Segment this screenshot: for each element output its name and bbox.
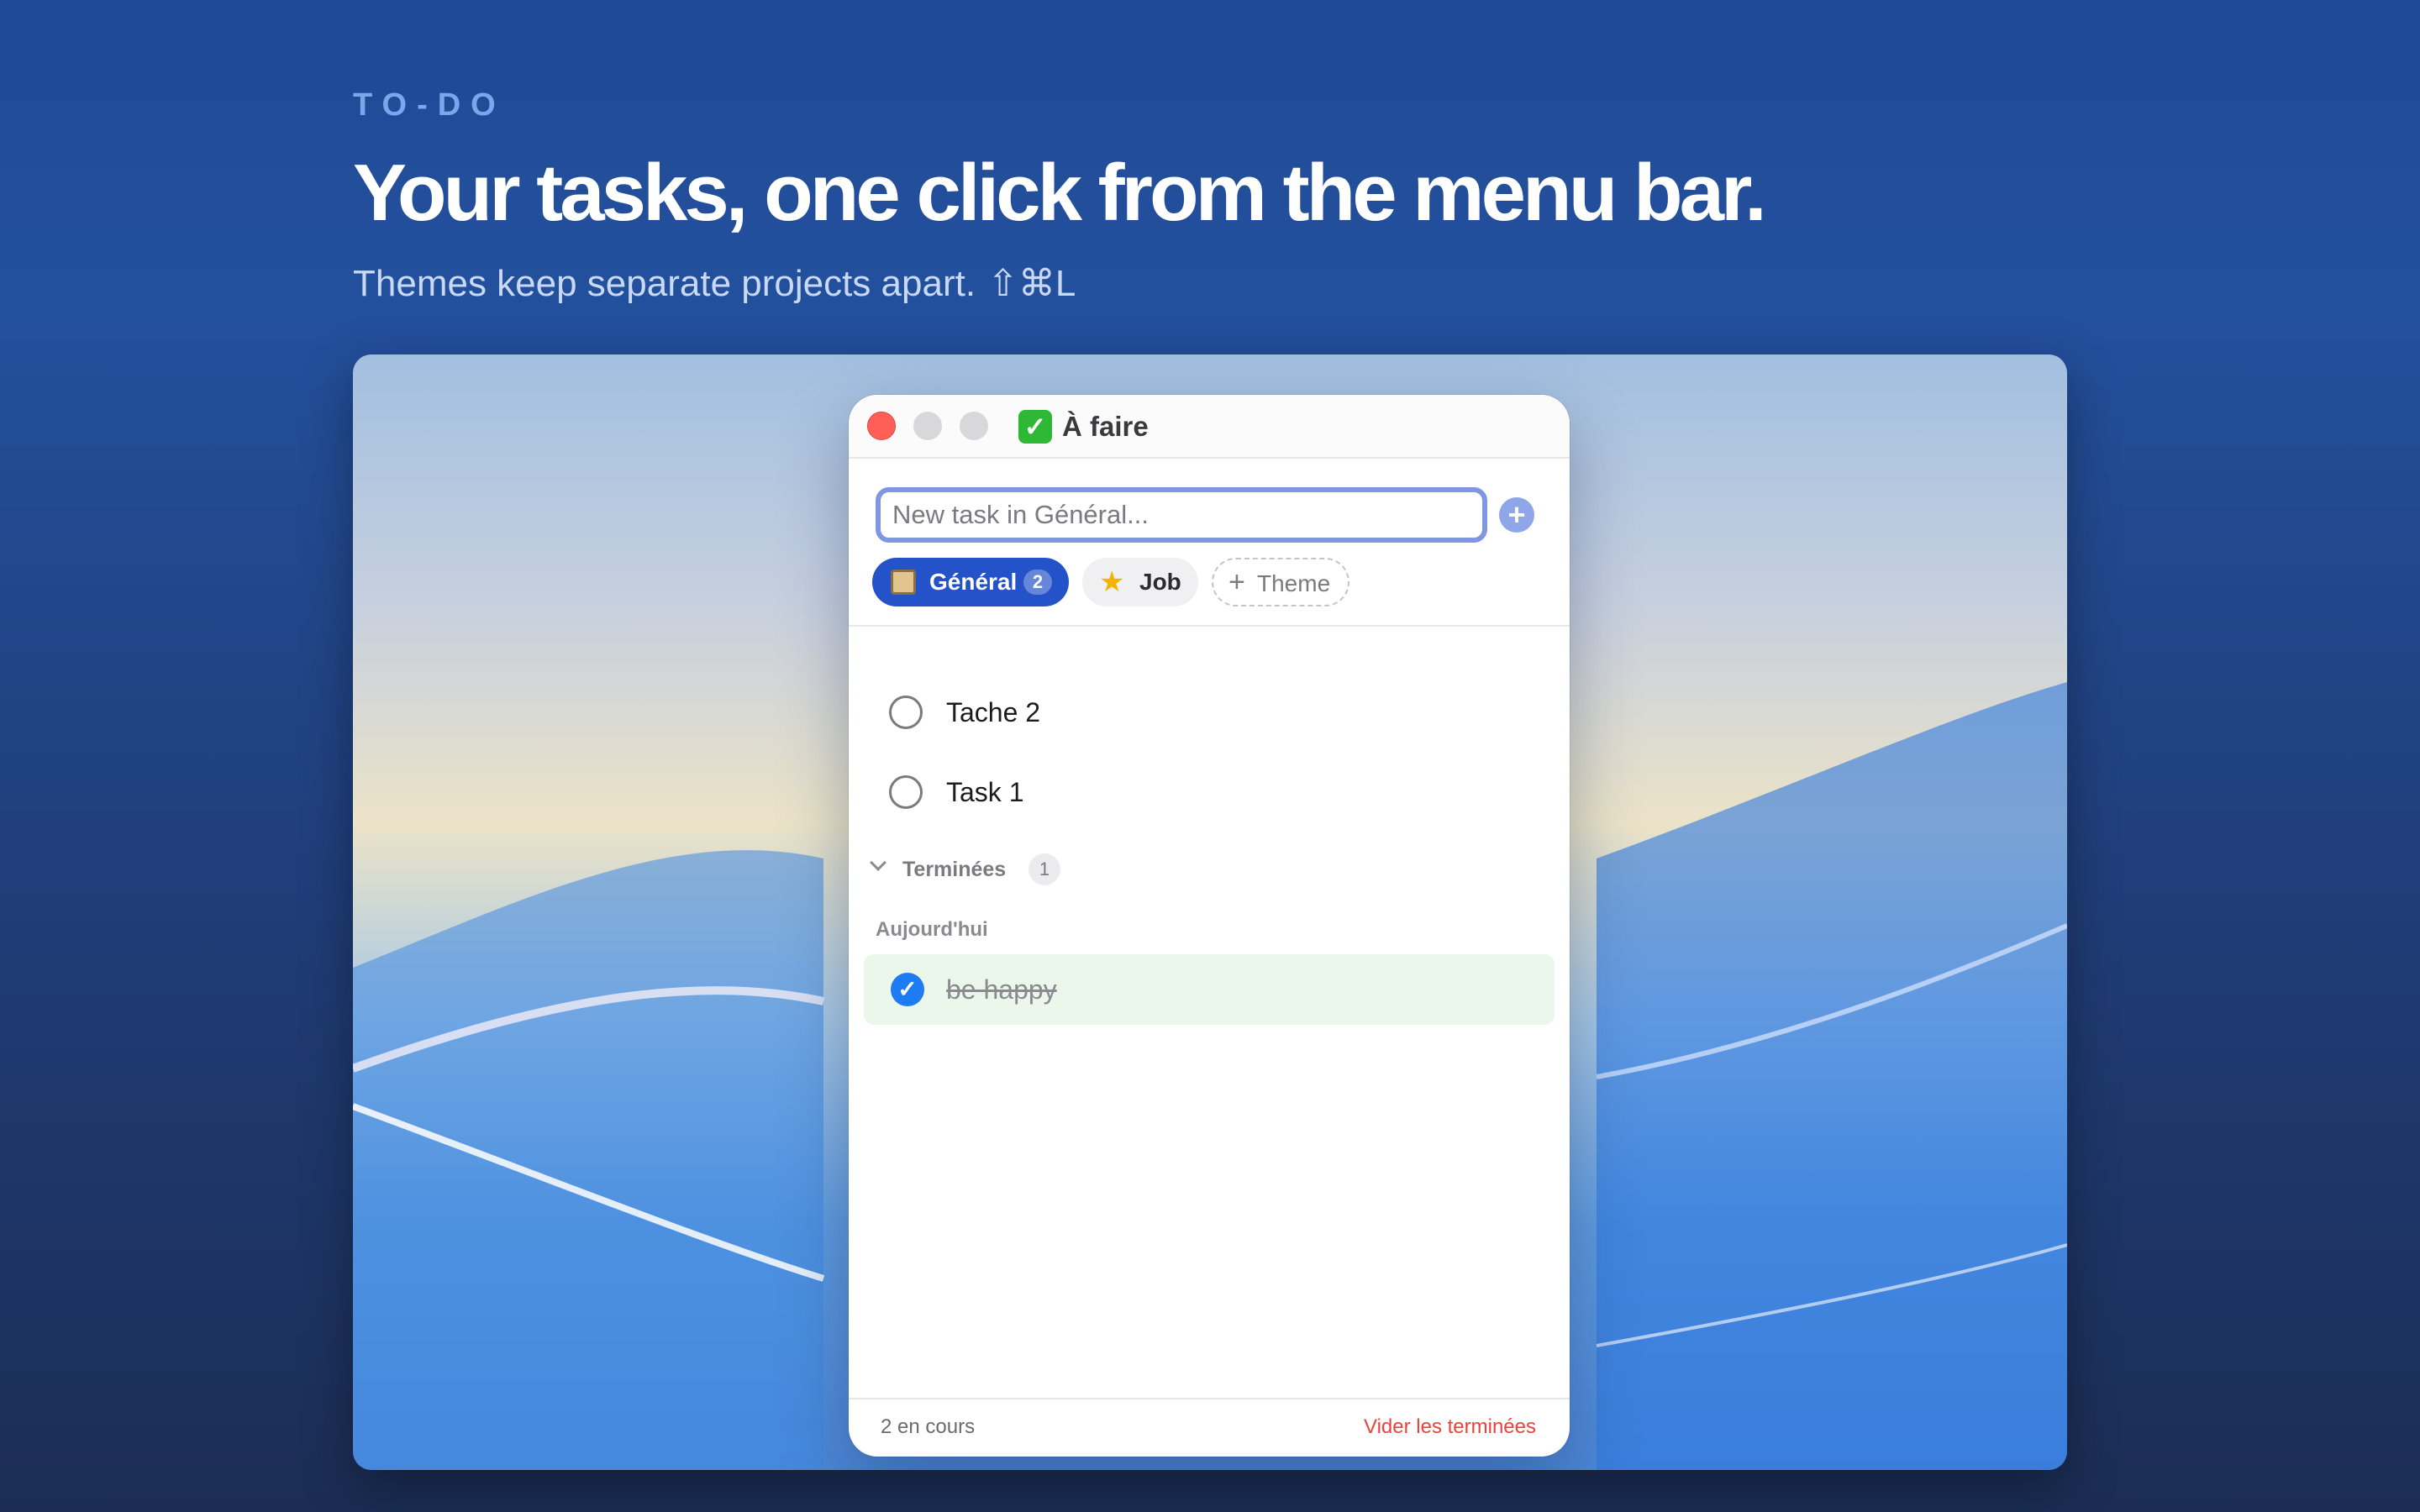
completed-section-label: Terminées	[902, 858, 1007, 881]
checkmark-circle-icon[interactable]: ✓	[891, 973, 924, 1006]
headline: Your tasks, one click from the menu bar.	[353, 148, 1767, 238]
close-button[interactable]	[867, 412, 896, 440]
desktop-wallpaper: ✓ À faire + Général 2 ★ Job + Theme Tach…	[353, 354, 2067, 1470]
add-theme-label: Theme	[1257, 570, 1331, 596]
theme-chip-label: Général	[929, 569, 1018, 595]
add-task-button[interactable]: +	[1499, 497, 1534, 533]
subline: Themes keep separate projects apart. ⇧⌘L	[353, 259, 2202, 309]
task-item[interactable]: Tache 2	[849, 680, 1570, 748]
star-icon: ★	[1099, 566, 1125, 598]
clipboard-icon	[891, 570, 916, 595]
in-progress-count: 2 en cours	[881, 1415, 976, 1438]
date-group-label: Aujourd'hui	[876, 918, 988, 941]
title-bar: ✓ À faire	[849, 395, 1570, 459]
todo-window: ✓ À faire + Général 2 ★ Job + Theme Tach…	[849, 395, 1570, 1457]
footer: 2 en cours Vider les terminées	[849, 1398, 1570, 1457]
shortcut-hint: ⇧⌘L	[987, 263, 1076, 304]
hero: TO-DO Your tasks, one click from the men…	[353, 84, 2202, 309]
eyebrow: TO-DO	[353, 87, 506, 123]
plus-icon: +	[1507, 497, 1526, 532]
task-item[interactable]: Task 1	[849, 760, 1570, 827]
minimize-button[interactable]	[913, 412, 942, 440]
checkmark-icon: ✓	[1018, 410, 1052, 444]
task-label[interactable]: Tache 2	[946, 694, 1040, 731]
chevron-down-icon	[870, 854, 886, 871]
completed-task-item[interactable]: ✓ be happy	[864, 954, 1555, 1025]
theme-chip-general[interactable]: Général 2	[872, 558, 1069, 606]
task-label[interactable]: Task 1	[946, 774, 1023, 811]
theme-chip-label: Job	[1139, 569, 1181, 595]
task-checkbox[interactable]	[889, 696, 923, 729]
new-task-input[interactable]	[876, 487, 1487, 543]
zoom-button[interactable]	[960, 412, 988, 440]
task-checkbox[interactable]	[889, 775, 923, 809]
clear-completed-button[interactable]: Vider les terminées	[1364, 1413, 1536, 1441]
theme-chip-job[interactable]: ★ Job	[1082, 558, 1198, 606]
subline-text: Themes keep separate projects apart.	[353, 263, 976, 304]
add-theme-button[interactable]: + Theme	[1212, 558, 1349, 606]
theme-count-badge: 2	[1023, 570, 1052, 595]
divider	[849, 625, 1570, 627]
completed-task-label[interactable]: be happy	[946, 971, 1057, 1008]
plus-icon: +	[1228, 566, 1245, 598]
completed-count-badge: 1	[1028, 853, 1060, 885]
window-title: À faire	[1062, 411, 1149, 442]
